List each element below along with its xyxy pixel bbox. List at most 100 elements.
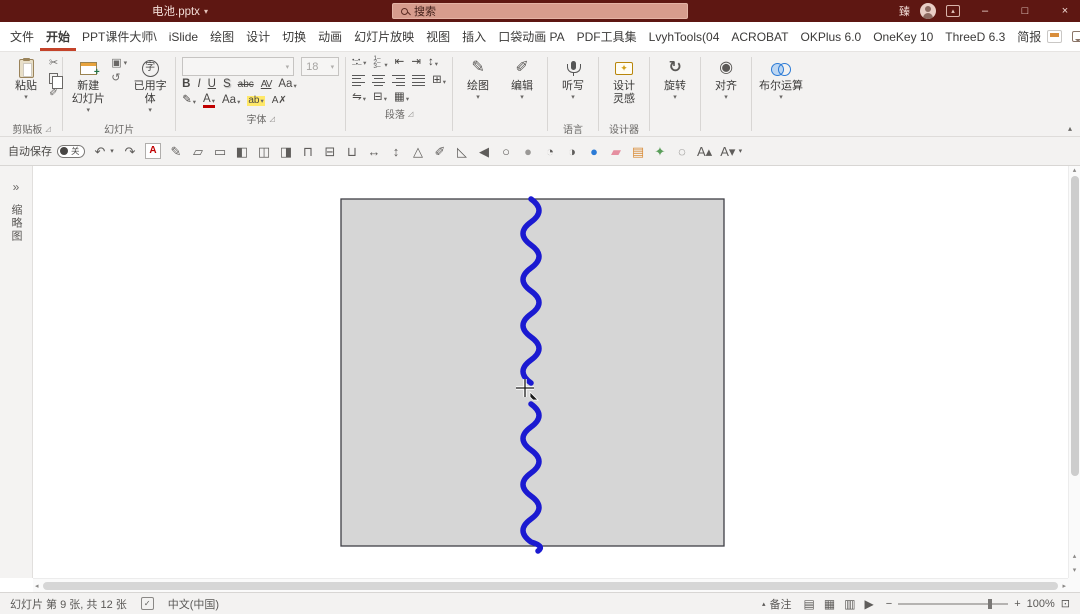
cut-icon[interactable]: ✂ <box>49 58 58 69</box>
text-direction-button[interactable]: ⇋ ▾ <box>352 91 366 104</box>
minimize-button[interactable]: – <box>970 0 1000 22</box>
document-title[interactable]: 电池.pptx ▾ <box>152 3 208 19</box>
new-slide-button[interactable]: 新建 幻灯片 ▾ <box>67 54 109 116</box>
text-shadow-button[interactable]: S <box>223 78 231 91</box>
bold-button[interactable]: B <box>182 78 190 91</box>
copy-icon[interactable] <box>49 73 63 89</box>
normal-view-button[interactable]: ▤ <box>804 597 815 611</box>
numbering-button[interactable]: 1–2–3– ▾ <box>373 55 387 70</box>
font-name-select[interactable]: ▾ <box>182 57 295 76</box>
align-right-button[interactable] <box>392 72 406 89</box>
thumbnail-panel[interactable]: » 缩略图 <box>0 166 33 578</box>
distribute-h-tool[interactable]: ↔ <box>367 145 381 158</box>
align-bottom-tool[interactable]: ⊔ <box>345 145 359 158</box>
pencil-tool[interactable]: ✐ <box>433 145 447 158</box>
highlight-color-button[interactable]: ab ▾ <box>247 95 265 106</box>
collapse-ribbon-button[interactable]: ▴ <box>1068 124 1072 133</box>
decrease-indent-button[interactable]: ⇤ <box>395 57 405 69</box>
oval-tool[interactable]: ● <box>521 145 535 158</box>
blue-circle-tool[interactable]: ● <box>587 145 601 158</box>
reset-slide-icon[interactable]: ↺ <box>111 73 127 84</box>
scroll-up-icon[interactable]: ▴ <box>1073 166 1077 174</box>
comment-icon[interactable] <box>1072 31 1080 42</box>
pie-tool[interactable]: ◔ <box>543 145 557 158</box>
curve-tool[interactable]: ◺ <box>455 145 469 158</box>
dialog-launcher-icon[interactable]: ◿ <box>269 115 274 123</box>
language-indicator[interactable]: 中文(中国) <box>168 596 219 612</box>
ribbon-tab[interactable]: ACROBAT <box>725 22 794 51</box>
grow-font-tool[interactable]: A▴ <box>697 145 712 158</box>
strikethrough-button[interactable]: abc <box>238 79 254 90</box>
horizontal-scrollbar[interactable]: ◂ ▸ <box>33 578 1068 592</box>
spell-check-icon[interactable]: ✓ <box>140 597 154 610</box>
align-left-tool[interactable]: ◧ <box>235 145 249 158</box>
ribbon-tab[interactable]: iSlide <box>163 22 204 51</box>
redo-button[interactable]: ↷ <box>123 145 137 158</box>
ribbon-tab[interactable]: OneKey 10 <box>867 22 939 51</box>
zoom-out-button[interactable]: − <box>886 598 892 610</box>
undo-caret[interactable]: ▾ <box>109 148 115 155</box>
align-right-tool[interactable]: ◨ <box>279 145 293 158</box>
rectangle-tool[interactable]: ▭ <box>213 145 227 158</box>
columns-button[interactable]: ⊞ ▾ <box>432 74 446 87</box>
search-box[interactable]: 搜索 <box>392 3 688 19</box>
close-button[interactable]: × <box>1050 0 1080 22</box>
layout-icon[interactable]: ▣ ▾ <box>111 58 127 69</box>
align-button[interactable]: ◉ 对齐 ▾ <box>705 54 747 103</box>
zoom-slider[interactable] <box>898 598 1009 609</box>
used-fonts-button[interactable]: 字 已用字 体 ▾ <box>129 54 171 116</box>
editing-button[interactable]: ✐ 编辑 ▾ <box>501 54 543 103</box>
bullets-button[interactable]: •–•–•– ▾ <box>352 57 366 68</box>
ribbon-tab[interactable]: PPT课件大师\ <box>76 22 163 51</box>
distribute-v-tool[interactable]: ↕ <box>389 145 403 158</box>
ribbon-display-options-icon[interactable]: ▴ <box>946 5 960 17</box>
expand-panel-icon[interactable]: » <box>13 180 20 194</box>
sparkle-tool[interactable]: ✦ <box>653 145 667 158</box>
ribbon-tab[interactable]: OKPlus 6.0 <box>795 22 868 51</box>
ribbon-tab[interactable]: 设计 <box>240 22 276 51</box>
ribbon-tab[interactable]: 口袋动画 PA <box>492 22 570 51</box>
half-circle-tool[interactable]: ◑ <box>565 145 579 158</box>
slide-editing-area[interactable] <box>33 166 1068 578</box>
ribbon-tab[interactable]: 视图 <box>420 22 456 51</box>
more-tools-button[interactable]: ▾ <box>737 148 743 155</box>
underline-button[interactable]: U <box>208 78 216 91</box>
align-top-tool[interactable]: ⊓ <box>301 145 315 158</box>
zoom-in-button[interactable]: + <box>1014 598 1020 610</box>
triangle-tool[interactable]: △ <box>411 145 425 158</box>
align-center-button[interactable] <box>372 72 386 89</box>
notes-button[interactable]: ▴ 备注 <box>762 596 792 612</box>
autosave-toggle[interactable]: 关 <box>57 144 85 158</box>
align-center-tool[interactable]: ◫ <box>257 145 271 158</box>
ribbon-tab[interactable]: PDF工具集 <box>571 22 643 51</box>
notebook-tool[interactable]: ▤ <box>631 145 645 158</box>
shrink-font-tool[interactable]: A▾ <box>720 145 735 158</box>
maximize-button[interactable]: □ <box>1010 0 1040 22</box>
font-size-select[interactable]: 18 ▾ <box>301 57 340 76</box>
ribbon-tab[interactable]: 动画 <box>312 22 348 51</box>
ribbon-tab[interactable]: 开始 <box>40 22 76 51</box>
ellipse-tool[interactable]: ○ <box>499 145 513 158</box>
align-middle-tool[interactable]: ⊟ <box>323 145 337 158</box>
case-button[interactable]: Aa ▾ <box>222 94 240 107</box>
clear-formatting-button[interactable]: A✗ <box>272 95 287 106</box>
scroll-right-icon[interactable]: ▸ <box>1062 582 1066 590</box>
rotate-button[interactable]: ↻ 旋转 ▾ <box>654 54 696 103</box>
undo-button[interactable]: ↶ <box>93 145 107 158</box>
line-spacing-button[interactable]: ↕ ▾ <box>428 57 438 69</box>
paste-button[interactable]: 粘贴 ▾ <box>5 54 47 103</box>
format-painter-icon[interactable]: ✐ <box>49 88 58 99</box>
text-pen-button[interactable]: ✎ ▾ <box>182 94 196 107</box>
justify-button[interactable] <box>412 72 426 89</box>
vertical-scrollbar[interactable]: ▴ ▴ ▾ <box>1068 166 1080 578</box>
dialog-launcher-icon[interactable]: ◿ <box>45 125 50 133</box>
character-spacing-button[interactable]: AV <box>261 79 273 90</box>
slide-number-indicator[interactable]: 幻灯片 第 9 张, 共 12 张 <box>10 596 127 612</box>
ribbon-tab[interactable]: 简报 <box>1011 22 1047 51</box>
previous-slide-button[interactable]: ▴ <box>1073 552 1077 560</box>
zoom-level[interactable]: 100% <box>1027 598 1055 610</box>
reading-view-button[interactable]: ▥ <box>844 597 855 611</box>
ribbon-tab[interactable]: 绘图 <box>204 22 240 51</box>
draw-pen-tool[interactable]: ✎ <box>169 145 183 158</box>
slide-canvas[interactable] <box>33 166 1068 578</box>
